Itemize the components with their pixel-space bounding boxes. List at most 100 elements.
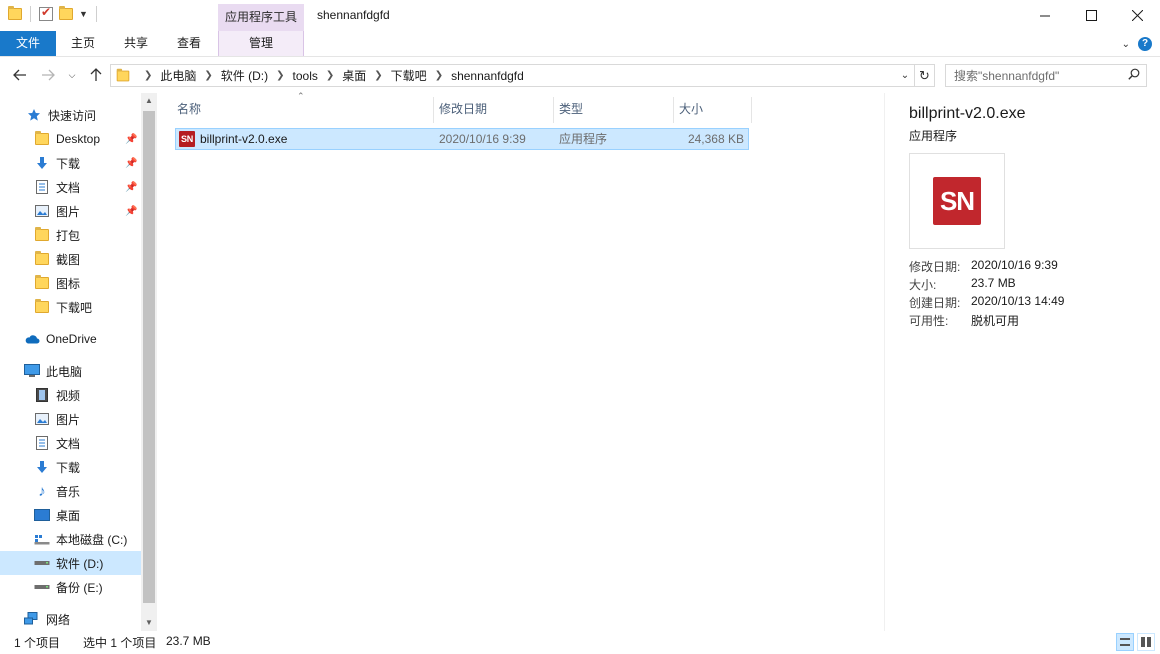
prop-label: 大小: xyxy=(909,276,936,293)
up-button[interactable] xyxy=(86,65,106,85)
sidebar-item-music[interactable]: ♪ 音乐 xyxy=(0,479,141,503)
help-icon[interactable]: ? xyxy=(1138,37,1152,51)
window-title: shennanfdgfd xyxy=(317,8,390,22)
breadcrumb-item[interactable]: 此电脑 xyxy=(160,67,196,84)
tab-file[interactable]: 文件 xyxy=(0,31,56,56)
sidebar-item-screenshots[interactable]: 截图 xyxy=(0,247,141,271)
pin-icon[interactable]: 📌 xyxy=(125,134,137,145)
tab-home[interactable]: 主页 xyxy=(60,31,106,56)
breadcrumb-item[interactable]: shennanfdgfd xyxy=(451,69,524,83)
forward-arrow-icon xyxy=(41,69,55,81)
column-divider[interactable] xyxy=(433,97,434,123)
sidebar-item-label: 桌面 xyxy=(56,507,141,524)
scroll-down-arrow-icon[interactable]: ▼ xyxy=(141,615,157,631)
table-row[interactable]: SN billprint-v2.0.exe 2020/10/16 9:39 应用… xyxy=(175,128,749,150)
sidebar-item-drive-e[interactable]: 备份 (E:) xyxy=(0,575,141,599)
pin-icon[interactable]: 📌 xyxy=(125,158,137,169)
breadcrumb-chevron-icon[interactable]: ❯ xyxy=(326,70,334,81)
maximize-button[interactable] xyxy=(1068,0,1114,31)
sidebar-item-onedrive[interactable]: OneDrive xyxy=(0,327,141,351)
sidebar-item-desktop[interactable]: Desktop 📌 xyxy=(0,127,141,151)
column-divider[interactable] xyxy=(673,97,674,123)
pin-icon[interactable]: 📌 xyxy=(125,182,137,193)
sidebar-item-network[interactable]: 网络 xyxy=(0,607,141,631)
close-button[interactable] xyxy=(1114,0,1160,31)
search-input[interactable] xyxy=(946,65,1124,86)
sidebar-scrollbar[interactable]: ▲ ▼ xyxy=(141,93,157,631)
new-folder-icon[interactable] xyxy=(59,8,73,20)
breadcrumb-chevron-icon[interactable]: ❯ xyxy=(374,70,382,81)
breadcrumb-item[interactable]: 下载吧 xyxy=(391,67,427,84)
breadcrumb-chevron-icon[interactable]: ❯ xyxy=(204,70,212,81)
sidebar-item-label: 文档 xyxy=(56,179,125,196)
sidebar-item-drive-d[interactable]: 软件 (D:) xyxy=(0,551,141,575)
column-header-size[interactable]: 大小 xyxy=(679,93,751,123)
address-history-chevron-icon[interactable]: ⌄ xyxy=(896,70,914,81)
column-divider[interactable] xyxy=(751,97,752,123)
pin-icon[interactable]: 📌 xyxy=(125,206,137,217)
video-icon xyxy=(34,387,50,403)
search-box[interactable] xyxy=(945,64,1147,87)
details-view-button[interactable] xyxy=(1116,633,1134,651)
breadcrumb-chevron-icon[interactable]: ❯ xyxy=(276,70,284,81)
sidebar-item-pack[interactable]: 打包 xyxy=(0,223,141,247)
sidebar-item-quick-access[interactable]: 快速访问 xyxy=(0,103,141,127)
tab-manage[interactable]: 管理 xyxy=(218,31,304,56)
sidebar-item-xiazaiba[interactable]: 下载吧 xyxy=(0,295,141,319)
prop-label: 创建日期: xyxy=(909,294,960,311)
sidebar-item-downloads[interactable]: 下载 📌 xyxy=(0,151,141,175)
breadcrumb-item[interactable]: 桌面 xyxy=(342,67,366,84)
sidebar-item-label: 快速访问 xyxy=(48,107,141,124)
sidebar-item-icons[interactable]: 图标 xyxy=(0,271,141,295)
column-header-modified[interactable]: 修改日期 xyxy=(439,93,553,123)
download-arrow-icon xyxy=(34,155,50,171)
breadcrumb-chevron-icon[interactable]: ❯ xyxy=(435,70,443,81)
customize-toolbar-dropdown-icon[interactable]: ▼ xyxy=(79,9,88,19)
sidebar-item-label: Desktop xyxy=(56,132,125,146)
sidebar-item-label: 备份 (E:) xyxy=(56,579,141,596)
prop-value: 脱机可用 xyxy=(971,312,1019,329)
minimize-button[interactable] xyxy=(1022,0,1068,31)
large-icons-view-button[interactable] xyxy=(1137,633,1155,651)
sidebar-item-documents[interactable]: 文档 📌 xyxy=(0,175,141,199)
sidebar-item-pc-desktop[interactable]: 桌面 xyxy=(0,503,141,527)
column-header-type[interactable]: 类型 xyxy=(559,93,673,123)
breadcrumb-item[interactable]: 软件 (D:) xyxy=(221,67,268,84)
sidebar-item-videos[interactable]: 视频 xyxy=(0,383,141,407)
column-header-name[interactable]: 名称 xyxy=(177,93,433,123)
expand-ribbon-chevron-icon[interactable]: ⌄ xyxy=(1122,39,1130,50)
prop-label: 修改日期: xyxy=(909,258,960,275)
file-modified: 2020/10/16 9:39 xyxy=(439,129,526,149)
sidebar-item-label: 打包 xyxy=(56,227,141,244)
sidebar-item-pc-pictures[interactable]: 图片 xyxy=(0,407,141,431)
drive-icon xyxy=(34,555,50,571)
breadcrumb-chevron-icon[interactable]: ❯ xyxy=(144,70,152,81)
sidebar-item-drive-c[interactable]: 本地磁盘 (C:) xyxy=(0,527,141,551)
search-icon[interactable] xyxy=(1128,68,1140,80)
scroll-up-arrow-icon[interactable]: ▲ xyxy=(141,93,157,109)
forward-button[interactable] xyxy=(38,65,58,85)
breadcrumb-item[interactable]: tools xyxy=(293,69,318,83)
prop-value: 2020/10/13 14:49 xyxy=(971,294,1064,308)
file-list: ⌃ 名称 修改日期 类型 大小 SN billprint-v2.0.exe 20… xyxy=(157,93,884,631)
recent-locations-button[interactable]: ⌵ xyxy=(62,65,82,85)
sidebar-item-pc-documents[interactable]: 文档 xyxy=(0,431,141,455)
sidebar-item-pictures[interactable]: 图片 📌 xyxy=(0,199,141,223)
back-button[interactable] xyxy=(10,65,30,85)
tab-share[interactable]: 共享 xyxy=(113,31,159,56)
details-pane: billprint-v2.0.exe 应用程序 SN 修改日期: 2020/10… xyxy=(884,93,1160,631)
network-icon xyxy=(24,611,40,627)
refresh-icon[interactable]: ↻ xyxy=(914,65,934,86)
sidebar-item-label: 下载 xyxy=(56,155,125,172)
contextual-tab-group-label: 应用程序工具 xyxy=(218,4,304,31)
ribbon-tab-bar: 文件 主页 共享 查看 管理 ⌄ ? xyxy=(0,31,1160,57)
properties-icon[interactable] xyxy=(39,7,53,21)
column-divider[interactable] xyxy=(553,97,554,123)
tab-view[interactable]: 查看 xyxy=(166,31,212,56)
sidebar-item-this-pc[interactable]: 此电脑 xyxy=(0,359,141,383)
navigation-pane: 快速访问 Desktop 📌 下载 📌 文档 📌 图片 📌 打包 截图 图标 下… xyxy=(0,93,157,631)
sidebar-item-pc-downloads[interactable]: 下载 xyxy=(0,455,141,479)
file-type: 应用程序 xyxy=(559,129,607,149)
scrollbar-thumb[interactable] xyxy=(143,111,155,603)
address-bar[interactable]: ❯ 此电脑 ❯ 软件 (D:) ❯ tools ❯ 桌面 ❯ 下载吧 ❯ she… xyxy=(110,64,935,87)
